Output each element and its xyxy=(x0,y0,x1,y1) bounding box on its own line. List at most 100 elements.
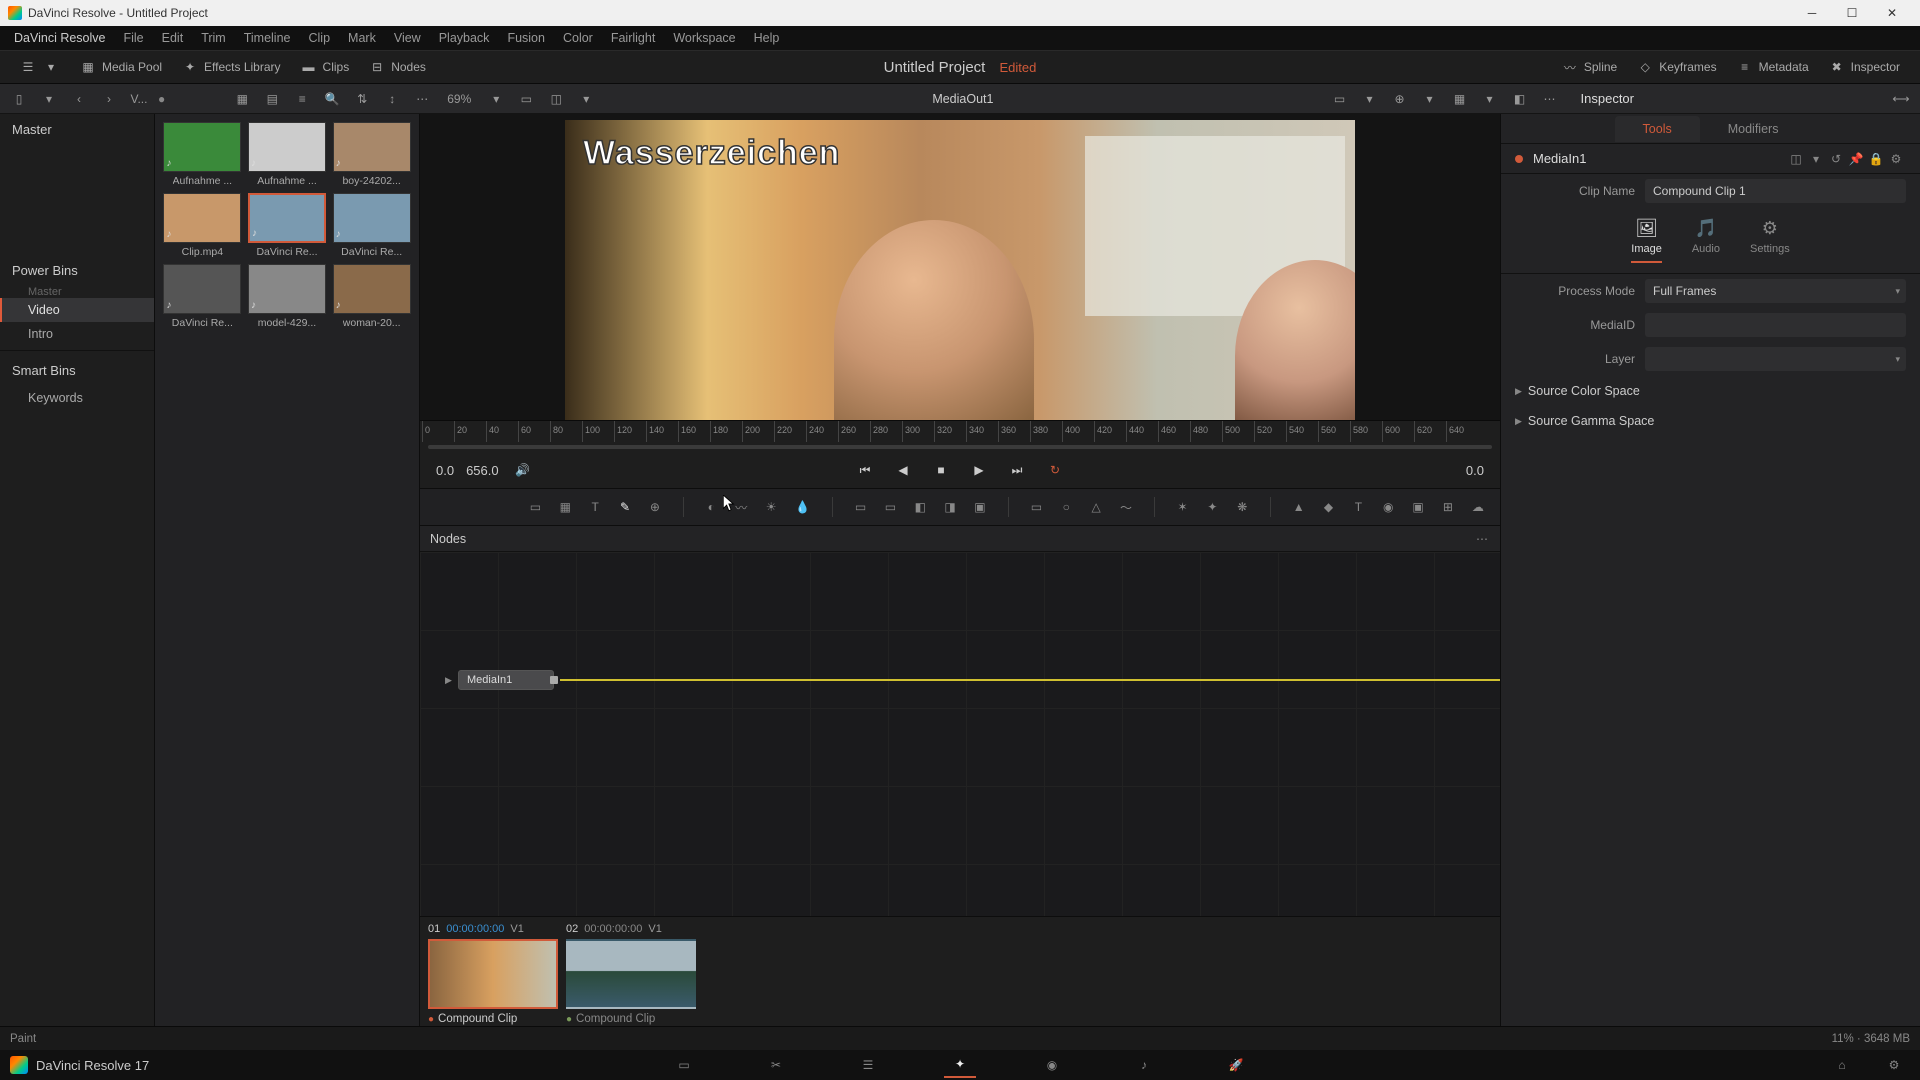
tool-background[interactable]: ▭ xyxy=(530,496,542,518)
menu-clip[interactable]: Clip xyxy=(301,28,339,48)
bin-power-master[interactable]: Master xyxy=(0,286,154,298)
inspector-tab-modifiers[interactable]: Modifiers xyxy=(1700,116,1807,142)
tool-blur[interactable]: 〰 xyxy=(735,496,747,518)
media-thumbnail[interactable]: ♪model-429... xyxy=(248,264,327,329)
inspector-cat-audio[interactable]: 🎵Audio xyxy=(1692,218,1720,263)
effects-library-button[interactable]: ✦Effects Library xyxy=(172,55,290,79)
menu-file[interactable]: File xyxy=(115,28,151,48)
stop-button[interactable]: ■ xyxy=(929,458,953,482)
bin-power-video[interactable]: Video xyxy=(0,298,154,322)
chevron-down-icon[interactable]: ▾ xyxy=(575,88,597,110)
menu-view[interactable]: View xyxy=(386,28,429,48)
list-view-button[interactable]: ≡ xyxy=(291,88,313,110)
project-settings-button[interactable]: ⚙ xyxy=(1878,1052,1910,1078)
inspector-cat-settings[interactable]: ⚙Settings xyxy=(1750,218,1790,263)
viewer-snapshot-button[interactable]: ⊕ xyxy=(1389,88,1411,110)
page-fairlight-button[interactable]: ♪ xyxy=(1128,1052,1160,1078)
tool-fastnoise[interactable]: ▦ xyxy=(559,496,571,518)
tool-3d-light[interactable]: ▣ xyxy=(1412,496,1424,518)
viewer-grid-button[interactable]: ▦ xyxy=(1449,88,1471,110)
step-back-button[interactable]: ◀ xyxy=(891,458,915,482)
menu-edit[interactable]: Edit xyxy=(154,28,192,48)
keyframes-button[interactable]: ◇Keyframes xyxy=(1627,55,1726,79)
chevron-down-icon[interactable]: ▾ xyxy=(1479,88,1501,110)
page-edit-button[interactable]: ☰ xyxy=(852,1052,884,1078)
grid-icons-button[interactable]: ▤ xyxy=(261,88,283,110)
media-thumbnail[interactable]: ♪Aufnahme ... xyxy=(248,122,327,187)
tool-paint[interactable]: ✎ xyxy=(619,496,631,518)
zoom-level[interactable]: 69% xyxy=(441,92,477,106)
chevron-down-icon[interactable]: ▾ xyxy=(1806,152,1826,166)
tool-3d-shape[interactable]: ◆ xyxy=(1323,496,1335,518)
menu-color[interactable]: Color xyxy=(555,28,601,48)
clip-name-field[interactable]: Compound Clip 1 xyxy=(1645,179,1906,203)
audio-mute-button[interactable]: 🔊 xyxy=(511,458,535,482)
list-icons-button[interactable]: ▦ xyxy=(231,88,253,110)
tool-resize[interactable]: ◨ xyxy=(944,496,956,518)
inspector-cat-image[interactable]: 🖼Image xyxy=(1631,218,1662,263)
media-pool-button[interactable]: ▦Media Pool xyxy=(70,55,172,79)
viewer-more-button[interactable]: ⋯ xyxy=(1539,88,1561,110)
menu-workspace[interactable]: Workspace xyxy=(665,28,743,48)
viewer-split-button[interactable]: ◧ xyxy=(1509,88,1531,110)
tool-polygon-mask[interactable]: △ xyxy=(1090,496,1102,518)
go-start-button[interactable]: ⏮ xyxy=(853,458,877,482)
metadata-button[interactable]: ≡Metadata xyxy=(1727,55,1819,79)
inspector-button[interactable]: ✖Inspector xyxy=(1819,55,1910,79)
tool-colorcorrector[interactable]: ◐ xyxy=(705,496,717,518)
menu-mark[interactable]: Mark xyxy=(340,28,384,48)
inspector-reset-button[interactable]: ↺ xyxy=(1826,152,1846,166)
media-thumbnail[interactable]: ♪Clip.mp4 xyxy=(163,193,242,258)
media-thumbnail[interactable]: ♪boy-24202... xyxy=(332,122,411,187)
tool-crop[interactable]: ▣ xyxy=(974,496,986,518)
bin-power-bins-header[interactable]: Power Bins xyxy=(0,255,154,286)
timeline-ruler[interactable]: 0204060801001201401601802002202402602803… xyxy=(420,420,1500,442)
chevron-down-icon[interactable]: ▾ xyxy=(1359,88,1381,110)
menu-timeline[interactable]: Timeline xyxy=(236,28,299,48)
media-thumbnail[interactable]: ♪DaVinci Re... xyxy=(332,193,411,258)
spline-button[interactable]: 〰Spline xyxy=(1552,55,1627,79)
tool-particles[interactable]: ✶ xyxy=(1177,496,1189,518)
inspector-lock-button[interactable]: 🔒 xyxy=(1866,152,1886,166)
inspector-tab-tools[interactable]: Tools xyxy=(1615,116,1700,142)
nodes-button[interactable]: ⊟Nodes xyxy=(359,55,436,79)
media-thumbnail[interactable]: ♪DaVinci Re... xyxy=(248,193,327,258)
media-thumbnail[interactable]: ♪woman-20... xyxy=(332,264,411,329)
nav-back-button[interactable]: ‹ xyxy=(68,88,90,110)
tool-bspline-mask[interactable]: 〜 xyxy=(1120,496,1132,518)
tool-brightness[interactable]: ☀ xyxy=(765,496,777,518)
view-options-button[interactable]: ◫ xyxy=(545,88,567,110)
tool-channelbooleans[interactable]: 💧 xyxy=(795,496,810,518)
inspector-expand-button[interactable]: ⟷ xyxy=(1890,88,1912,110)
tool-3d-camera[interactable]: ◉ xyxy=(1382,496,1394,518)
tool-merge[interactable]: ▭ xyxy=(855,496,867,518)
tool-rectangle-mask[interactable]: ▭ xyxy=(1030,496,1042,518)
window-close-button[interactable]: ✕ xyxy=(1872,2,1912,24)
media-id-field[interactable] xyxy=(1645,313,1906,337)
tool-3d-merge[interactable]: ⊞ xyxy=(1442,496,1454,518)
clip-item-01[interactable]: 0100:00:00:00V1 ●Compound Clip xyxy=(428,923,558,1025)
clips-button[interactable]: ▬Clips xyxy=(291,55,360,79)
process-mode-select[interactable]: Full Frames▾ xyxy=(1645,279,1906,303)
menu-help[interactable]: Help xyxy=(746,28,788,48)
page-deliver-button[interactable]: 🚀 xyxy=(1220,1052,1252,1078)
chevron-down-icon[interactable]: ▾ xyxy=(1419,88,1441,110)
panel-dropdown-button[interactable]: ☰▾ xyxy=(10,55,70,79)
chevron-down-icon[interactable]: ▾ xyxy=(38,88,60,110)
node-mediain1[interactable]: ▶ MediaIn1 xyxy=(458,670,554,690)
inspector-pin-button[interactable]: 📌 xyxy=(1846,152,1866,166)
window-maximize-button[interactable]: ☐ xyxy=(1832,2,1872,24)
fit-button[interactable]: ▭ xyxy=(515,88,537,110)
sort-field[interactable]: V... xyxy=(128,88,150,110)
tool-matte[interactable]: ◧ xyxy=(914,496,926,518)
timeline-slider[interactable] xyxy=(420,442,1500,452)
media-thumbnail[interactable]: ♪Aufnahme ... xyxy=(163,122,242,187)
nodes-panel-options[interactable]: ⋯ xyxy=(1476,532,1490,546)
bin-power-intro[interactable]: Intro xyxy=(0,322,154,346)
menu-fairlight[interactable]: Fairlight xyxy=(603,28,663,48)
viewer-stacked-button[interactable]: ▭ xyxy=(1329,88,1351,110)
timecode-current[interactable]: 0.0 xyxy=(436,463,454,478)
media-thumbnail[interactable]: ♪DaVinci Re... xyxy=(163,264,242,329)
menu-playback[interactable]: Playback xyxy=(431,28,498,48)
home-button[interactable]: ⌂ xyxy=(1826,1052,1858,1078)
